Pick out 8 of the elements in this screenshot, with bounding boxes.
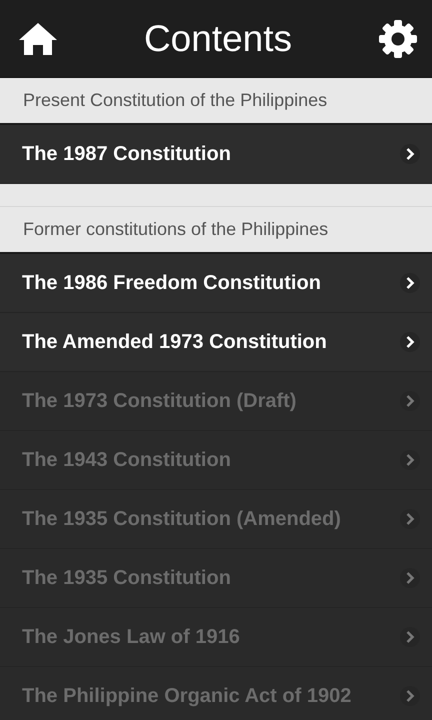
section-heading: Present Constitution of the Philippines (23, 90, 328, 111)
section-heading: Former constitutions of the Philippines (23, 219, 328, 240)
chevron-icon (400, 144, 420, 164)
chevron-icon (400, 273, 420, 293)
settings-icon[interactable] (378, 18, 418, 58)
chevron-icon (400, 332, 420, 352)
home-icon[interactable] (18, 20, 58, 56)
screen-title: Contents (144, 18, 292, 60)
